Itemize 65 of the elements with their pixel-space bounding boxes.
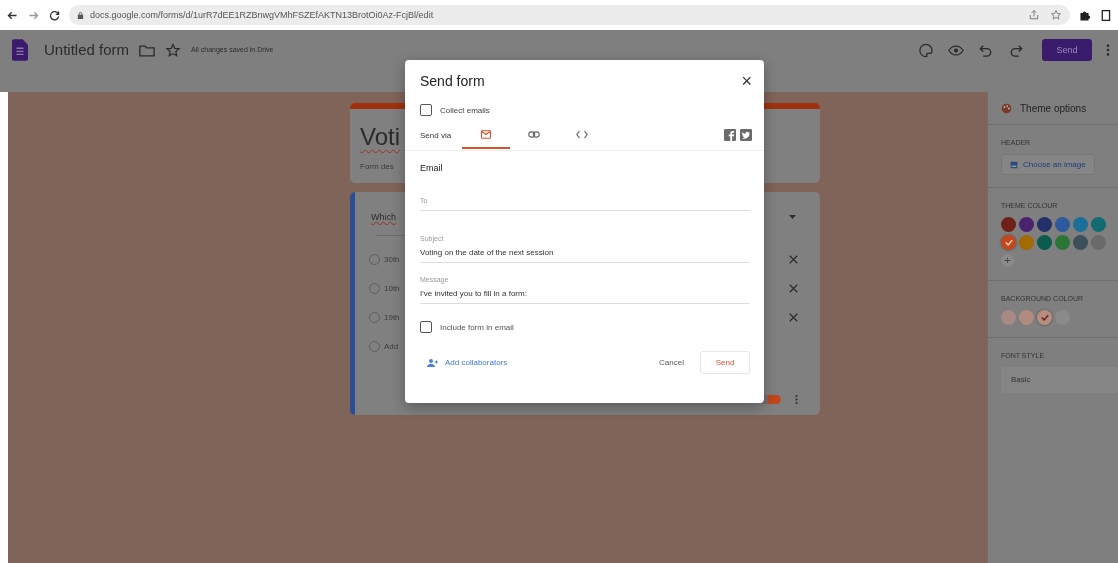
option-text[interactable]: 19th xyxy=(384,313,400,322)
panel-title: Theme options xyxy=(1020,102,1087,114)
colour-swatch[interactable] xyxy=(1073,235,1088,250)
link-icon xyxy=(528,129,540,139)
add-colour-button[interactable]: + xyxy=(1001,254,1014,267)
address-bar[interactable]: docs.google.com/forms/d/1urR7dEE1RZBnwgVMhFSZEfAKTN13BrotOi0Az-FcjBl/edit xyxy=(69,5,1070,25)
add-collaborators-link[interactable]: Add collaborators xyxy=(420,357,508,368)
section-heading: Email xyxy=(420,163,444,173)
colour-swatch[interactable] xyxy=(1019,217,1034,232)
close-icon[interactable] xyxy=(789,255,798,264)
colour-swatch[interactable] xyxy=(1019,235,1034,250)
send-button[interactable]: Send xyxy=(1042,39,1092,61)
choose-image-button[interactable]: Choose an image xyxy=(1001,154,1095,175)
colour-swatch[interactable] xyxy=(1091,217,1106,232)
star-icon[interactable] xyxy=(1050,9,1062,21)
colour-swatch[interactable] xyxy=(1055,235,1070,250)
dropdown-caret-icon[interactable] xyxy=(789,215,796,219)
font-style-dropdown[interactable]: Basic xyxy=(1001,367,1118,393)
form-title[interactable]: Untitled form xyxy=(44,39,130,61)
redo-icon[interactable] xyxy=(1008,43,1024,58)
social-share-icon[interactable] xyxy=(724,129,736,141)
more-icon[interactable] xyxy=(795,394,798,405)
social-share-icon[interactable] xyxy=(740,129,752,141)
forms-logo-icon[interactable] xyxy=(12,39,28,61)
more-icon[interactable] xyxy=(1106,43,1110,57)
colour-swatch[interactable] xyxy=(1073,217,1088,232)
checkbox-label[interactable]: Collect emails xyxy=(440,105,490,115)
colour-swatch[interactable] xyxy=(1037,235,1052,250)
folder-icon[interactable] xyxy=(139,43,156,58)
option-text[interactable]: 10th xyxy=(384,284,400,293)
colour-swatch[interactable] xyxy=(1037,217,1052,232)
checkbox[interactable] xyxy=(420,321,432,333)
add-option-text[interactable]: Add xyxy=(384,342,399,351)
lock-icon xyxy=(77,10,84,20)
colour-swatch[interactable] xyxy=(1001,310,1016,325)
question-text[interactable]: Which xyxy=(371,212,396,222)
close-icon[interactable] xyxy=(789,313,798,322)
colour-swatch[interactable] xyxy=(1001,217,1016,232)
send-button[interactable]: Send xyxy=(700,351,750,374)
eye-icon[interactable] xyxy=(948,43,964,58)
close-button[interactable]: × xyxy=(741,72,752,90)
cancel-button[interactable]: Cancel xyxy=(653,357,690,368)
palette-icon xyxy=(1001,102,1012,114)
window-icon[interactable] xyxy=(1099,8,1112,22)
colour-swatch[interactable] xyxy=(1019,310,1034,325)
colour-swatch[interactable] xyxy=(1037,310,1052,325)
colour-swatch[interactable] xyxy=(1001,235,1016,250)
checkbox-label[interactable]: Include form in email xyxy=(440,322,514,332)
check-icon xyxy=(1004,239,1013,246)
code-icon xyxy=(576,129,588,139)
envelope-icon xyxy=(480,129,492,139)
undo-icon[interactable] xyxy=(978,43,994,58)
colour-swatch[interactable] xyxy=(1055,217,1070,232)
share-icon[interactable] xyxy=(1028,9,1040,21)
dialog-title: Send form xyxy=(420,73,485,89)
check-icon xyxy=(1040,314,1049,321)
reload-icon[interactable] xyxy=(48,8,61,22)
star-icon[interactable] xyxy=(165,43,182,58)
image-icon xyxy=(1010,160,1018,169)
add-person-icon xyxy=(427,357,439,368)
checkbox[interactable] xyxy=(420,104,432,116)
send-via-label: Send via xyxy=(420,130,453,140)
close-icon[interactable] xyxy=(789,284,798,293)
palette-icon[interactable] xyxy=(918,43,934,58)
puzzle-icon[interactable] xyxy=(1078,8,1091,22)
